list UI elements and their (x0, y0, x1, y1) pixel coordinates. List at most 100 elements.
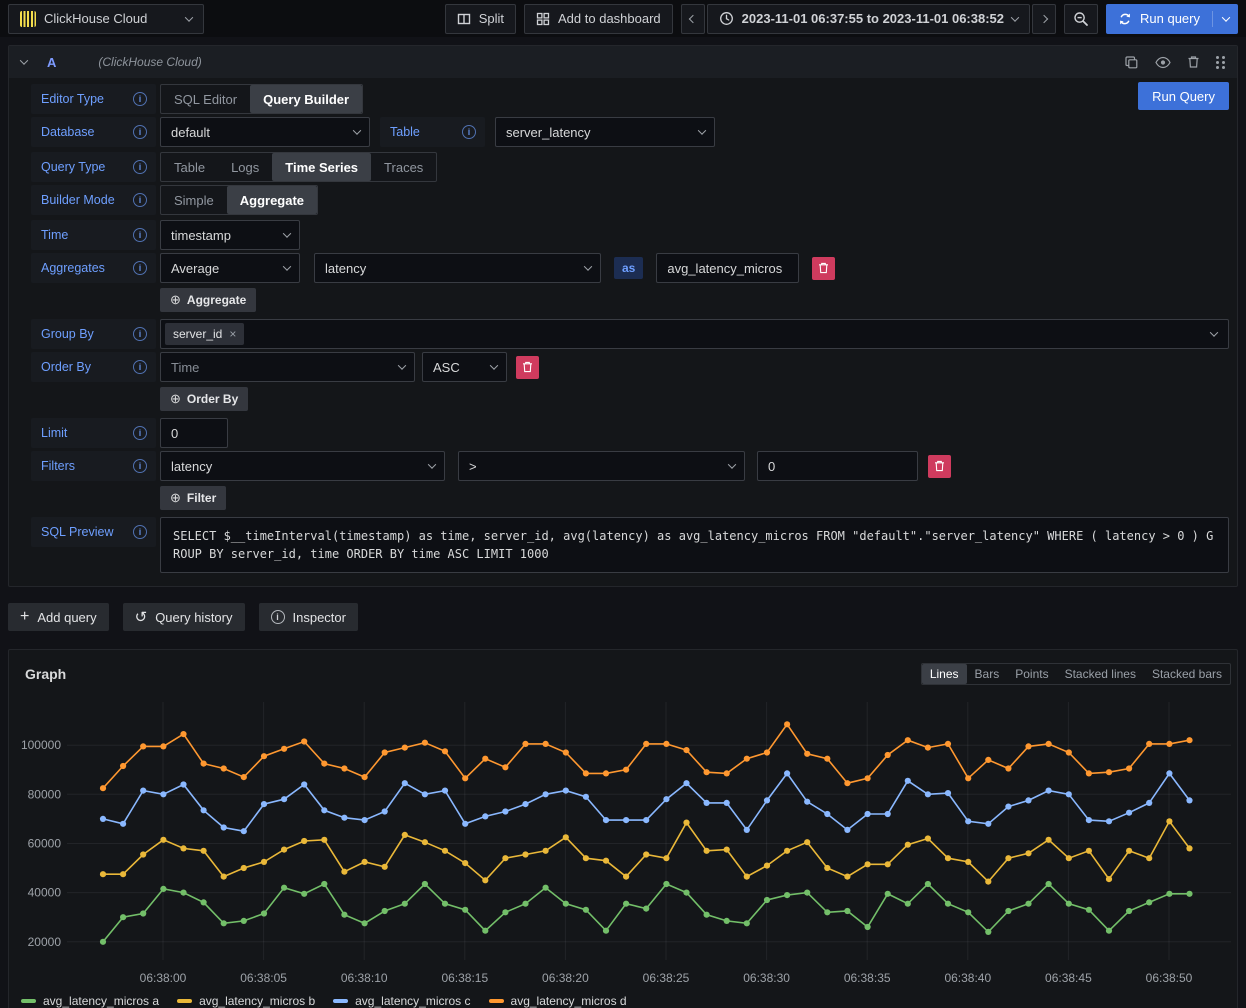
info-icon[interactable] (133, 160, 147, 174)
time-range-button[interactable]: 2023-11-01 06:37:55 to 2023-11-01 06:38:… (707, 4, 1030, 34)
query-history-button[interactable]: ↺ Query history (123, 603, 245, 631)
y-tick-label: 80000 (28, 787, 62, 801)
legend-swatch (21, 999, 36, 1003)
x-tick-label: 06:38:05 (240, 971, 287, 985)
legend-item[interactable]: avg_latency_micros a (21, 994, 159, 1008)
graph-style-toggle-option-bars[interactable]: Bars (967, 664, 1008, 684)
graph-style-toggle-option-stacked-bars[interactable]: Stacked bars (1144, 664, 1230, 684)
info-icon[interactable] (133, 261, 147, 275)
zoom-out-icon (1073, 11, 1089, 27)
x-tick-label: 06:38:40 (944, 971, 991, 985)
x-tick-label: 06:38:15 (441, 971, 488, 985)
info-icon[interactable] (133, 360, 147, 374)
group-by-multiselect[interactable]: server_id (160, 319, 1229, 349)
time-range-forward-button[interactable] (1032, 4, 1056, 34)
group-by-row: Group By server_id (31, 319, 1229, 349)
query-type-toggle-option-time-series[interactable]: Time Series (272, 153, 371, 181)
builder-mode-toggle-option-aggregate[interactable]: Aggregate (227, 186, 317, 214)
time-range-back-button[interactable] (681, 4, 705, 34)
database-label: Database (31, 117, 156, 147)
query-row-header[interactable]: A (ClickHouse Cloud) (9, 46, 1237, 78)
dashboard-grid-icon (536, 12, 550, 26)
legend-item[interactable]: avg_latency_micros d (489, 994, 627, 1008)
aggregate-alias-input[interactable] (656, 253, 799, 283)
remove-chip-icon[interactable] (229, 327, 236, 341)
filter-value-input[interactable] (757, 451, 918, 481)
legend-item[interactable]: avg_latency_micros c (333, 994, 470, 1008)
graph-style-toggle-option-points[interactable]: Points (1007, 664, 1056, 684)
add-query-button[interactable]: + Add query (8, 603, 109, 631)
remove-query-trash-icon[interactable] (1187, 55, 1200, 69)
latency-chart[interactable]: 2000040000600008000010000006:38:0006:38:… (9, 696, 1237, 994)
chevron-down-icon (283, 229, 291, 237)
x-tick-label: 06:38:30 (743, 971, 790, 985)
hide-response-eye-icon[interactable] (1155, 56, 1171, 69)
query-type-toggle-option-traces[interactable]: Traces (371, 153, 436, 181)
info-icon[interactable] (133, 426, 147, 440)
legend-item[interactable]: avg_latency_micros b (177, 994, 315, 1008)
time-column-select[interactable]: timestamp (160, 220, 300, 250)
remove-order-by-button[interactable] (516, 356, 539, 379)
sql-preview-label: SQL Preview (31, 517, 156, 547)
query-editor-panel: A (ClickHouse Cloud) Run Query (8, 45, 1238, 587)
chevron-down-icon (728, 460, 736, 468)
collapse-chevron-icon[interactable] (20, 56, 28, 64)
editor-type-toggle-option-query-builder[interactable]: Query Builder (250, 85, 362, 113)
graph-style-toggle-option-lines[interactable]: Lines (922, 664, 967, 684)
chevron-down-icon[interactable] (1222, 13, 1230, 21)
query-ref-id: A (47, 55, 56, 70)
database-select[interactable]: default (160, 117, 370, 147)
chevron-down-icon (185, 13, 193, 21)
builder-mode-toggle: SimpleAggregate (160, 185, 318, 215)
query-type-toggle-option-logs[interactable]: Logs (218, 153, 272, 181)
datasource-hint: (ClickHouse Cloud) (98, 55, 201, 69)
filter-column-select[interactable]: latency (160, 451, 445, 481)
editor-type-toggle-option-sql-editor[interactable]: SQL Editor (161, 85, 250, 113)
add-to-dashboard-button[interactable]: Add to dashboard (524, 4, 673, 34)
graph-style-toggle-option-stacked-lines[interactable]: Stacked lines (1057, 664, 1144, 684)
legend-label: avg_latency_micros b (199, 994, 315, 1008)
sql-preview-row: SQL Preview SELECT $__timeInterval(times… (31, 517, 1229, 573)
add-filter-button[interactable]: ⊕ Filter (160, 486, 226, 510)
info-icon[interactable] (133, 459, 147, 473)
builder-mode-toggle-option-simple[interactable]: Simple (161, 186, 227, 214)
add-aggregate-button[interactable]: ⊕ Aggregate (160, 288, 256, 312)
aggregate-column-select[interactable]: latency (314, 253, 601, 283)
circle-plus-icon: ⊕ (170, 391, 181, 407)
inspector-button[interactable]: Inspector (259, 603, 358, 631)
duplicate-query-icon[interactable] (1124, 55, 1139, 70)
split-button[interactable]: Split (445, 4, 516, 34)
info-icon[interactable] (133, 193, 147, 207)
zoom-out-button[interactable] (1064, 4, 1098, 34)
remove-aggregate-button[interactable] (812, 257, 835, 280)
y-tick-label: 100000 (21, 738, 61, 752)
filter-operator-select[interactable]: > (458, 451, 745, 481)
aggregate-function-select[interactable]: Average (160, 253, 300, 283)
info-icon[interactable] (133, 228, 147, 242)
run-query-toolbar-button[interactable]: Run query (1106, 4, 1238, 34)
circle-plus-icon: ⊕ (170, 490, 181, 506)
info-icon[interactable] (133, 327, 147, 341)
time-range-text: 2023-11-01 06:37:55 to 2023-11-01 06:38:… (742, 11, 1004, 26)
x-tick-label: 06:38:25 (643, 971, 690, 985)
info-icon[interactable] (133, 125, 147, 139)
info-icon[interactable] (133, 92, 147, 106)
datasource-picker[interactable]: ClickHouse Cloud (8, 4, 204, 34)
builder-mode-label: Builder Mode (31, 185, 156, 215)
limit-input[interactable] (160, 418, 228, 448)
group-by-chip[interactable]: server_id (165, 323, 244, 345)
time-row: Time timestamp (31, 220, 1229, 250)
run-query-editor-button[interactable]: Run Query (1138, 82, 1229, 110)
order-by-direction-select[interactable]: ASC (422, 352, 507, 382)
order-by-column-select[interactable]: Time (160, 352, 415, 382)
query-type-row: Query Type TableLogsTime SeriesTraces (31, 152, 1229, 182)
y-tick-label: 40000 (28, 886, 62, 900)
plus-icon: + (20, 608, 29, 626)
info-icon[interactable] (462, 125, 476, 139)
info-icon[interactable] (133, 525, 147, 539)
drag-handle-icon[interactable] (1216, 56, 1225, 69)
table-select[interactable]: server_latency (495, 117, 715, 147)
add-order-by-button[interactable]: ⊕ Order By (160, 387, 248, 411)
remove-filter-button[interactable] (928, 455, 951, 478)
query-type-toggle-option-table[interactable]: Table (161, 153, 218, 181)
